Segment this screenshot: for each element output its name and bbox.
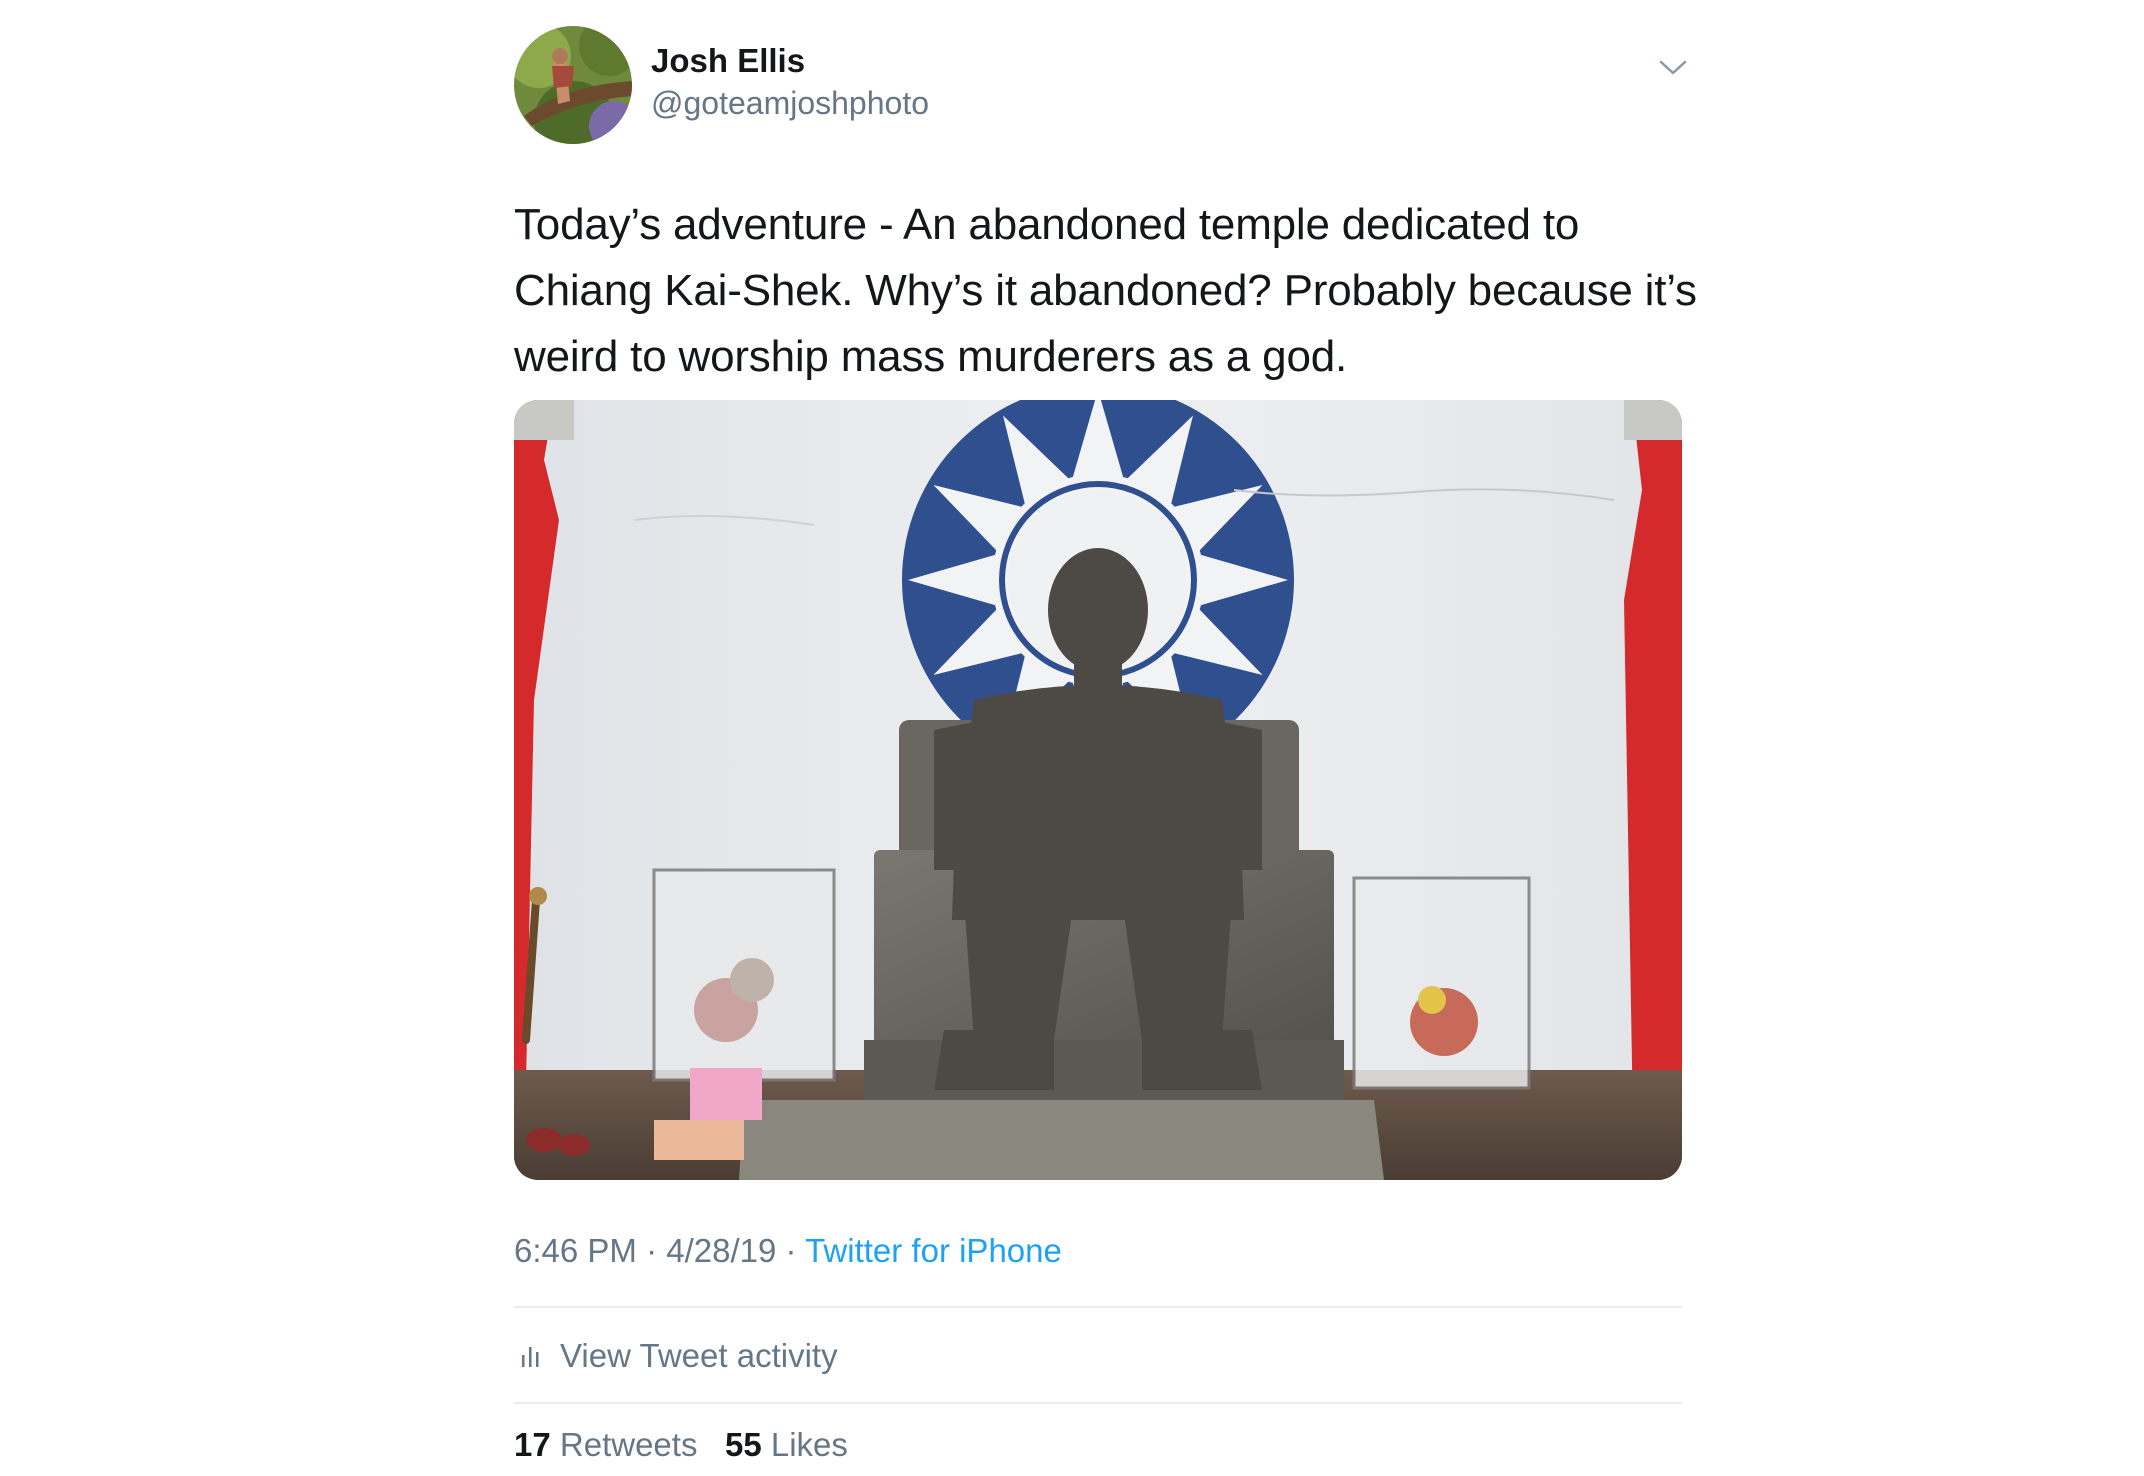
tweet-text: Today’s adventure - An abandoned temple … (514, 192, 1697, 390)
divider (514, 1306, 1682, 1308)
retweets-count: 17 (514, 1426, 551, 1463)
likes-stat[interactable]: 55 Likes (725, 1426, 848, 1463)
tweet-stats: 17 Retweets 55 Likes (514, 1426, 848, 1464)
tweet-text-line: weird to worship mass murderers as a god… (514, 332, 1348, 381)
view-tweet-activity-link[interactable]: View Tweet activity (514, 1334, 838, 1378)
author-name[interactable]: Josh Ellis (651, 42, 805, 80)
tweet-text-line: Today’s adventure - An abandoned temple … (514, 200, 1580, 249)
author-handle[interactable]: @goteamjoshphoto (651, 85, 929, 122)
tweet-source-link[interactable]: Twitter for iPhone (805, 1232, 1062, 1269)
tweet-meta: 6:46 PM · 4/28/19 · Twitter for iPhone (514, 1232, 1062, 1270)
likes-label: Likes (770, 1426, 848, 1463)
tweet-date[interactable]: 4/28/19 (666, 1232, 776, 1269)
retweets-label: Retweets (559, 1426, 698, 1463)
tweet-photo[interactable] (514, 400, 1682, 1180)
author-avatar[interactable] (514, 26, 632, 144)
tweet-detail: Josh Ellis @goteamjoshphoto Today’s adve… (514, 0, 1697, 1476)
activity-label: View Tweet activity (560, 1337, 838, 1374)
chevron-down-icon[interactable] (1658, 58, 1688, 78)
bar-chart-icon (522, 1347, 539, 1367)
retweets-stat[interactable]: 17 Retweets (514, 1426, 697, 1463)
meta-separator: · (636, 1232, 667, 1269)
tweet-time[interactable]: 6:46 PM (514, 1232, 637, 1269)
meta-separator: · (776, 1232, 806, 1269)
tweet-text-line: Chiang Kai-Shek. Why’s it abandoned? Pro… (514, 266, 1697, 315)
likes-count: 55 (724, 1426, 762, 1463)
divider (514, 1402, 1682, 1404)
